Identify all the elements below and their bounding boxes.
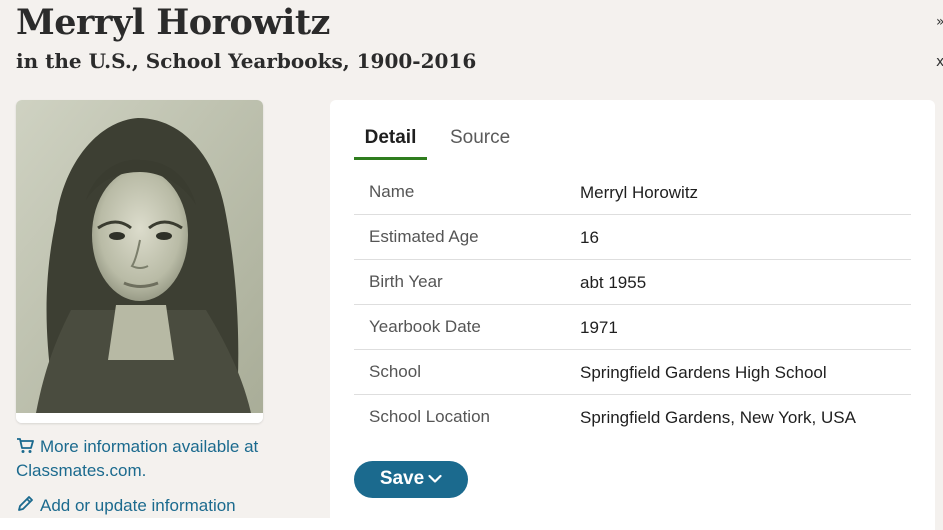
add-update-link-label[interactable]: Add or update information [40,496,236,515]
detail-value: Springfield Gardens, New York, USA [580,408,856,427]
save-button[interactable]: Save [354,461,468,498]
detail-label: School [369,362,421,381]
bottom-strip [0,518,330,530]
detail-label: Birth Year [369,272,443,291]
classmates-link[interactable]: More information available at Classmates… [16,435,316,483]
save-button-label: Save [379,468,425,490]
detail-label: Yearbook Date [369,317,481,336]
detail-label: School Location [369,407,490,426]
detail-value: Merryl Horowitz [580,183,699,202]
detail-row-birth-year: Birth Year abt 1955 [354,260,911,305]
pencil-icon [16,495,34,513]
tab-detail[interactable]: Detail [354,126,427,160]
detail-label: Estimated Age [369,227,479,246]
detail-table: Name Merryl Horowitz Estimated Age 16 Bi… [354,170,911,439]
detail-value: abt 1955 [580,273,647,292]
page-subtitle: in the U.S., School Yearbooks, 1900-2016 [16,49,477,73]
detail-label: Name [369,182,415,201]
classmates-link-label[interactable]: More information available at Classmates… [16,437,258,480]
detail-value: 1971 [580,318,618,337]
detail-value: 16 [580,228,599,247]
portrait-image [16,100,263,423]
page-title: Merryl Horowitz [16,2,330,43]
add-update-link[interactable]: Add or update information [16,494,316,518]
detail-row-school: School Springfield Gardens High School [354,350,911,395]
yearbook-photo[interactable] [16,100,263,423]
edge-glyph-top[interactable]: » [936,14,943,30]
detail-row-yearbook-date: Yearbook Date 1971 [354,305,911,350]
tab-source[interactable]: Source [450,126,510,157]
detail-row-estimated-age: Estimated Age 16 [354,215,911,260]
detail-row-school-location: School Location Springfield Gardens, New… [354,395,911,439]
edge-glyph-close[interactable]: x [936,54,943,70]
record-panel: Detail Source Name Merryl Horowitz Estim… [330,100,935,530]
detail-value: Springfield Gardens High School [580,363,827,382]
detail-row-name: Name Merryl Horowitz [354,170,911,215]
chevron-down-icon [428,468,442,490]
cart-icon [16,436,34,454]
